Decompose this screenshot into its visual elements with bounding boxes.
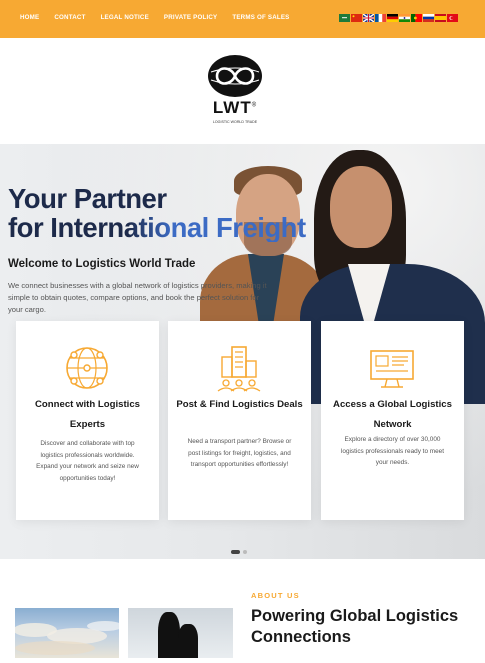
nav-terms-of-sales-link[interactable]: TERMS OF SALES [232, 14, 289, 21]
feature-cards: Connect with Logistics Experts Discover … [16, 321, 466, 521]
flag-french-icon[interactable] [375, 14, 386, 22]
top-navigation-bar: HOME CONTACT LEGAL NOTICE PRIVATE POLICY… [0, 0, 485, 38]
hero-section: Your Partner for International Freight W… [0, 144, 485, 559]
infinity-globe-icon [208, 55, 262, 97]
flag-spanish-icon[interactable] [435, 14, 446, 22]
nav-private-policy-link[interactable]: PRIVATE POLICY [164, 14, 217, 21]
main-nav: HOME CONTACT LEGAL NOTICE PRIVATE POLICY… [20, 14, 305, 21]
hero-title-line1: Your Partner [8, 183, 167, 214]
flag-turkish-icon[interactable] [447, 14, 458, 22]
feature-card-description: Discover and collaborate with top logist… [36, 440, 139, 483]
flag-portuguese-icon[interactable] [411, 14, 422, 22]
monitor-directory-icon [370, 350, 414, 388]
about-title: Powering Global Logistics Connections [251, 607, 459, 646]
feature-card-network[interactable]: Access a Global Logistics Network Explor… [321, 321, 464, 520]
clouds-icon [13, 621, 123, 655]
logo-wordmark: LWT® [203, 98, 267, 118]
feature-card-description: Need a transport partner? Browse or post… [187, 438, 292, 469]
nav-legal-notice-link[interactable]: LEGAL NOTICE [101, 14, 149, 21]
registered-mark: ® [251, 102, 258, 109]
carousel-dot-1[interactable] [231, 550, 240, 554]
hero-title: Your Partner for International Freight [8, 184, 306, 242]
flag-hindi-icon[interactable] [399, 14, 410, 22]
carousel-dot-2[interactable] [243, 550, 247, 554]
person-silhouette [158, 612, 180, 658]
flag-arabic-icon[interactable] [339, 14, 350, 22]
flag-chinese-icon[interactable] [351, 14, 362, 22]
network-globe-icon [66, 347, 108, 389]
about-tag: ABOUT US [251, 591, 300, 600]
feature-card-title: Connect with Logistics Experts [34, 399, 140, 430]
flag-german-icon[interactable] [387, 14, 398, 22]
carousel-pagination [231, 550, 247, 554]
hero-subtitle: Welcome to Logistics World Trade [8, 258, 196, 270]
flag-english-icon[interactable] [363, 14, 374, 22]
flag-russian-icon[interactable] [423, 14, 434, 22]
about-image-office [128, 608, 233, 658]
lwt-logo[interactable]: LWT® LOGISTIC WORLD TRADE [203, 54, 267, 130]
logo-name: LWT [212, 98, 252, 117]
hero-description: We connect businesses with a global netw… [8, 281, 267, 314]
feature-card-description: Explore a directory of over 30,000 logis… [340, 436, 444, 467]
hero-title-line2: for International Freight [8, 212, 306, 243]
about-image-sky [13, 608, 123, 658]
feature-card-title: Access a Global Logistics Network [333, 399, 452, 430]
woman-face [330, 166, 392, 248]
logo-header: LWT® LOGISTIC WORLD TRADE [0, 38, 485, 144]
feature-card-deals[interactable]: Post & Find Logistics Deals Need a trans… [168, 321, 311, 520]
person-silhouette [178, 624, 198, 658]
feature-card-connect[interactable]: Connect with Logistics Experts Discover … [16, 321, 159, 520]
language-switcher [339, 14, 458, 22]
logo-tagline: LOGISTIC WORLD TRADE [212, 120, 258, 124]
city-buildings-icon [217, 346, 261, 392]
nav-contact-link[interactable]: CONTACT [54, 14, 85, 21]
feature-card-title: Post & Find Logistics Deals [176, 399, 303, 410]
nav-home-link[interactable]: HOME [20, 14, 39, 21]
